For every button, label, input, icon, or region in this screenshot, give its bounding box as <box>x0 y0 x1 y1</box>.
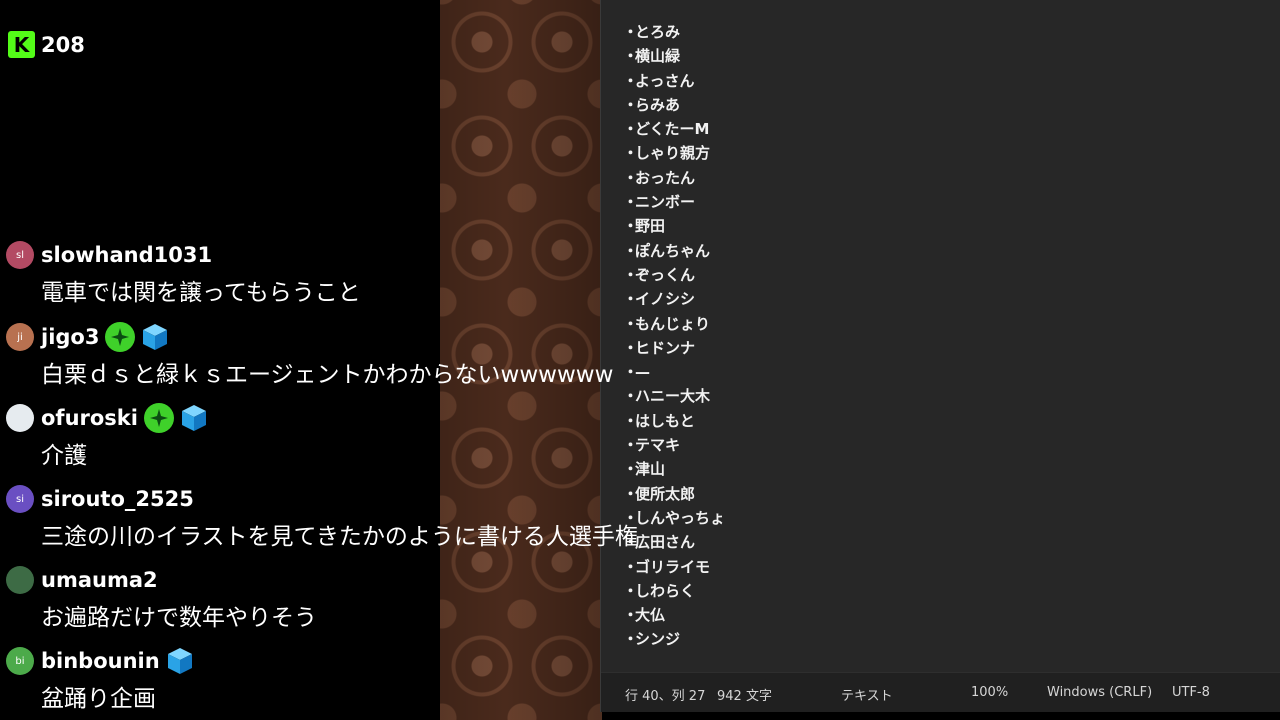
cube-badge-icon <box>140 322 170 352</box>
bullet-glyph: ・ <box>623 168 639 187</box>
editor-line: ・ニンボー <box>623 190 725 214</box>
bullet-glyph: ・ <box>623 47 639 66</box>
encoding[interactable]: UTF-8 <box>1172 685 1210 700</box>
chat-username[interactable]: slowhand1031 <box>41 243 212 267</box>
editor-line-text: らみあ <box>635 95 681 114</box>
bullet-glyph: ・ <box>623 144 639 163</box>
editor-line: ・おったん <box>623 166 725 190</box>
chat-message-text: 白栗ｄｓと緑ｋｓエージェントかわからないwwwwww <box>41 362 614 388</box>
viewer-count: K 208 <box>8 31 85 58</box>
chat-message: ji jigo3 白栗ｄｓと緑ｋｓエージェントかわからないwwwwww <box>6 322 766 389</box>
cube-badge-icon <box>165 646 195 676</box>
editor-line: ・よっさん <box>623 69 725 93</box>
bullet-glyph: ・ <box>623 217 639 236</box>
chat-message-text: お遍路だけで数年やりそう <box>41 605 317 631</box>
chat-message: bi binbounin 盆踊り企画 <box>6 646 766 713</box>
bullet-glyph: ・ <box>623 120 639 139</box>
avatar[interactable] <box>6 566 34 594</box>
chat-message: sl slowhand1031 電車では関を譲ってもらうこと <box>6 240 766 307</box>
editor-line-text: 横山緑 <box>635 47 681 66</box>
avatar[interactable]: si <box>6 485 34 513</box>
bullet-glyph: ・ <box>623 95 639 114</box>
chat-username[interactable]: binbounin <box>41 649 160 673</box>
bullet-glyph: ・ <box>623 23 639 41</box>
editor-line: ・野田 <box>623 214 725 238</box>
chat-message-header: umauma2 <box>6 565 766 595</box>
avatar[interactable]: bi <box>6 647 34 675</box>
star-badge-icon <box>143 403 174 433</box>
chat-message-header: ofuroski <box>6 403 766 433</box>
editor-line-text: おったん <box>635 168 696 187</box>
avatar[interactable]: sl <box>6 241 34 269</box>
avatar[interactable] <box>6 404 34 432</box>
chat-message-text: 盆踊り企画 <box>41 686 156 712</box>
viewer-count-number: 208 <box>41 32 85 57</box>
chat-message-text: 介護 <box>41 443 87 469</box>
chat-message-header: sl slowhand1031 <box>6 240 766 270</box>
avatar[interactable]: ji <box>6 323 34 351</box>
editor-line: ・らみあ <box>623 93 725 117</box>
chat-username[interactable]: sirouto_2525 <box>41 487 194 511</box>
editor-line-text: 野田 <box>635 217 666 236</box>
chat-username[interactable]: jigo3 <box>41 325 99 349</box>
editor-line-text: とろみ <box>635 23 681 41</box>
chat-message: umauma2 お遍路だけで数年やりそう <box>6 565 766 632</box>
line-ending[interactable]: Windows (CRLF) <box>1047 685 1152 700</box>
editor-line-text: よっさん <box>635 71 695 90</box>
editor-line: ・とろみ <box>623 20 725 44</box>
editor-line: ・横山緑 <box>623 44 725 68</box>
editor-line-text: しゃり親方 <box>635 144 711 163</box>
chat-username[interactable]: ofuroski <box>41 406 138 430</box>
cube-badge-icon <box>179 403 209 433</box>
star-badge-icon <box>105 322 136 352</box>
chat-message-text: 三途の川のイラストを見てきたかのように書ける人選手権 <box>41 524 638 550</box>
editor-line: ・どくたーM <box>623 117 725 141</box>
kick-logo-icon: K <box>8 31 35 58</box>
chat-message-header: bi binbounin <box>6 646 766 676</box>
file-format[interactable]: テキスト <box>841 685 893 704</box>
editor-line-text: ニンボー <box>635 193 696 212</box>
zoom-level[interactable]: 100% <box>971 685 1008 700</box>
editor-line-text: どくたーM <box>635 120 710 139</box>
bullet-glyph: ・ <box>623 71 639 90</box>
chat-message: si sirouto_2525 三途の川のイラストを見てきたかのように書ける人選手権 <box>6 484 766 551</box>
chat-message-header: si sirouto_2525 <box>6 484 766 514</box>
chat-message-text: 電車では関を譲ってもらうこと <box>41 280 361 306</box>
chat-message: ofuroski 介護 <box>6 403 766 470</box>
chat-message-header: ji jigo3 <box>6 322 766 352</box>
bullet-glyph: ・ <box>623 193 639 212</box>
chat-username[interactable]: umauma2 <box>41 568 158 592</box>
editor-line: ・しゃり親方 <box>623 141 725 165</box>
